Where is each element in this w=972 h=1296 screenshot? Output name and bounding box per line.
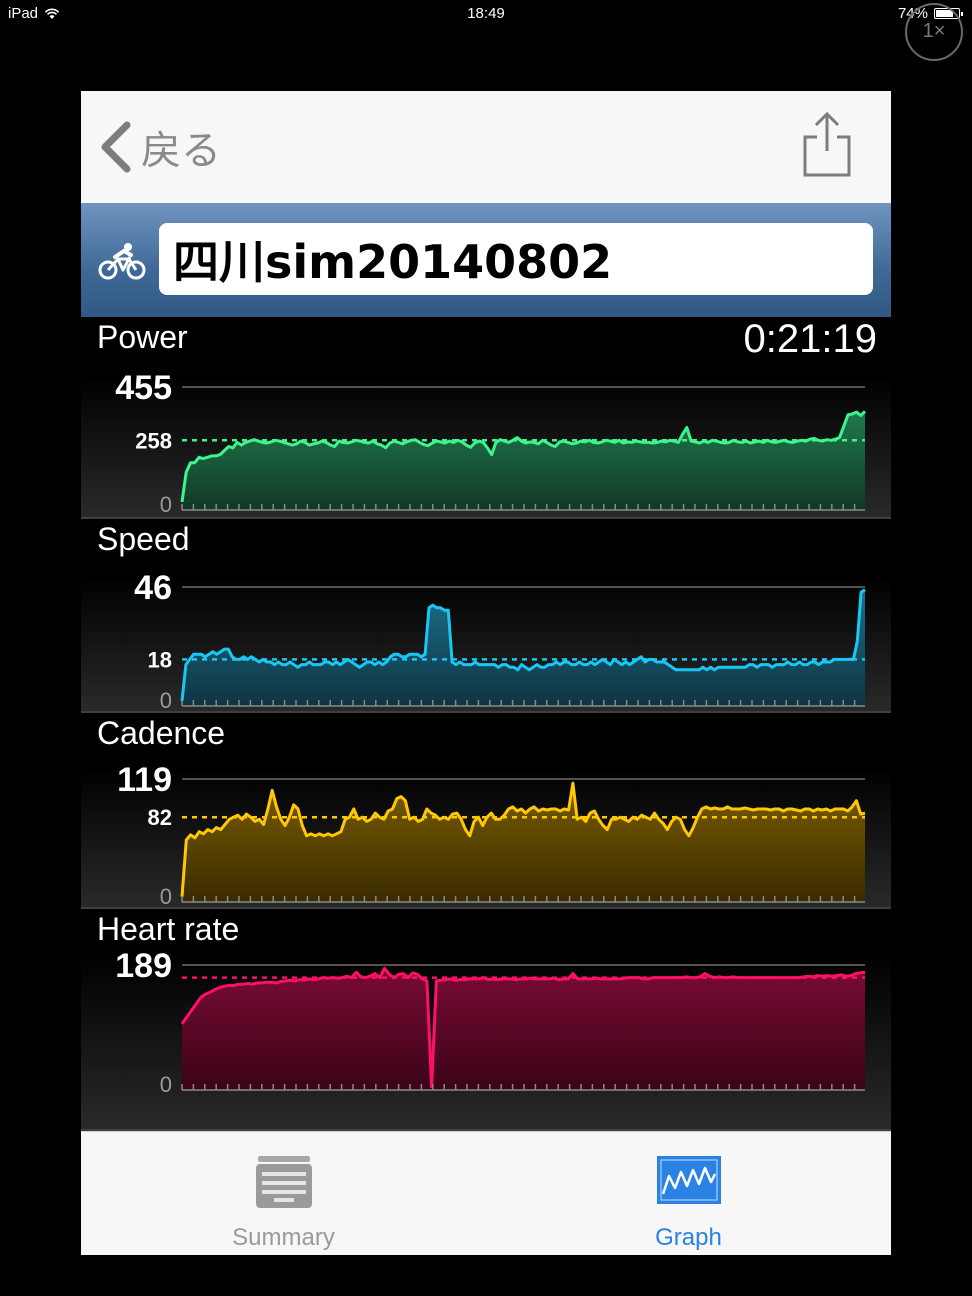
cadence-title: Cadence — [97, 715, 226, 751]
elapsed-time: 0:21:19 — [743, 317, 877, 361]
max-label: 189 — [115, 947, 172, 985]
speed-title: Speed — [97, 521, 190, 557]
zoom-button[interactable]: 1× — [905, 3, 963, 61]
activity-header: 四川sim20140802 — [81, 203, 891, 317]
zero-label: 0 — [160, 884, 172, 909]
max-label: 119 — [117, 761, 172, 799]
tab-bar: Summary Graph — [81, 1131, 891, 1255]
power-title: Power — [97, 319, 188, 355]
graph-icon — [656, 1156, 721, 1204]
speed-panel: 46 18 0 Speed — [81, 519, 891, 713]
tab-graph[interactable]: Graph — [486, 1132, 891, 1255]
back-label: 戻る — [141, 128, 221, 174]
speed-chart: 46 18 0 — [81, 569, 891, 713]
zero-label: 0 — [160, 1072, 172, 1097]
heart-rate-title: Heart rate — [97, 911, 240, 947]
activity-title-field[interactable]: 四川sim20140802 — [159, 223, 873, 295]
average-label: 258 — [135, 428, 172, 453]
status-time: 18:49 — [467, 5, 505, 22]
power-panel: 455 258 0 Power 0:21:19 — [81, 317, 891, 519]
zero-label: 0 — [160, 688, 172, 713]
average-label: 82 — [148, 805, 172, 830]
status-bar: iPad 18:49 74% — [0, 0, 972, 28]
tab-summary-label: Summary — [232, 1224, 335, 1251]
heart-rate-panel: 189 0 Heart rate — [81, 909, 891, 1131]
cadence-panel: 119 82 0 Cadence — [81, 713, 891, 909]
navigation-bar: 戻る — [81, 91, 891, 203]
tab-graph-label: Graph — [655, 1224, 722, 1251]
tab-summary[interactable]: Summary — [81, 1132, 486, 1255]
summary-icon — [255, 1156, 312, 1208]
cycling-icon — [98, 243, 146, 280]
chevron-left-icon — [99, 121, 131, 173]
back-button[interactable]: 戻る — [99, 119, 221, 175]
average-label: 18 — [148, 647, 172, 672]
max-label: 455 — [115, 369, 172, 407]
app-window: 戻る 四川sim20140802 455 258 0 Power 0:21:19 — [81, 91, 891, 1255]
share-button[interactable] — [801, 111, 853, 179]
zero-label: 0 — [160, 492, 172, 517]
series-area — [182, 968, 865, 1090]
graphs-area: 455 258 0 Power 0:21:19 46 18 0 Speed 119 82 0… — [81, 317, 891, 1131]
max-label: 46 — [134, 569, 172, 607]
share-icon — [803, 111, 851, 177]
